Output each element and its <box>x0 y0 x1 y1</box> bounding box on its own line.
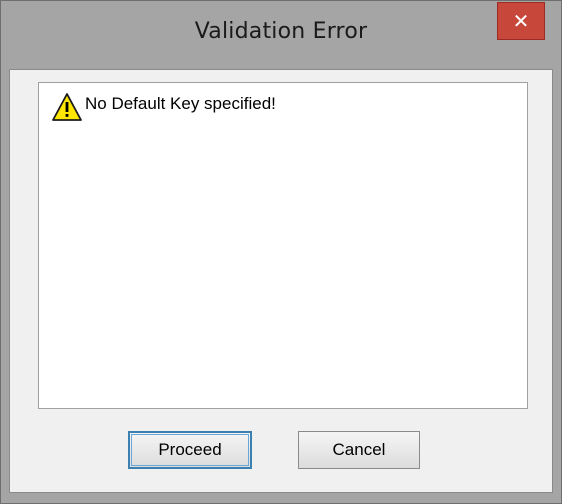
warning-icon <box>52 93 82 121</box>
dialog-body: No Default Key specified! Proceed Cancel <box>9 69 553 493</box>
proceed-button[interactable]: Proceed <box>128 431 252 469</box>
message-row: No Default Key specified! <box>51 91 276 123</box>
close-button[interactable]: ✕ <box>497 2 545 40</box>
message-panel: No Default Key specified! <box>38 82 528 409</box>
close-icon: ✕ <box>512 9 530 33</box>
window-title: Validation Error <box>194 19 368 44</box>
cancel-button[interactable]: Cancel <box>298 431 420 469</box>
title-bar[interactable]: Validation Error ✕ <box>1 1 561 69</box>
validation-error-dialog: Validation Error ✕ No Default Key specif… <box>0 0 562 504</box>
error-message: No Default Key specified! <box>85 94 276 113</box>
